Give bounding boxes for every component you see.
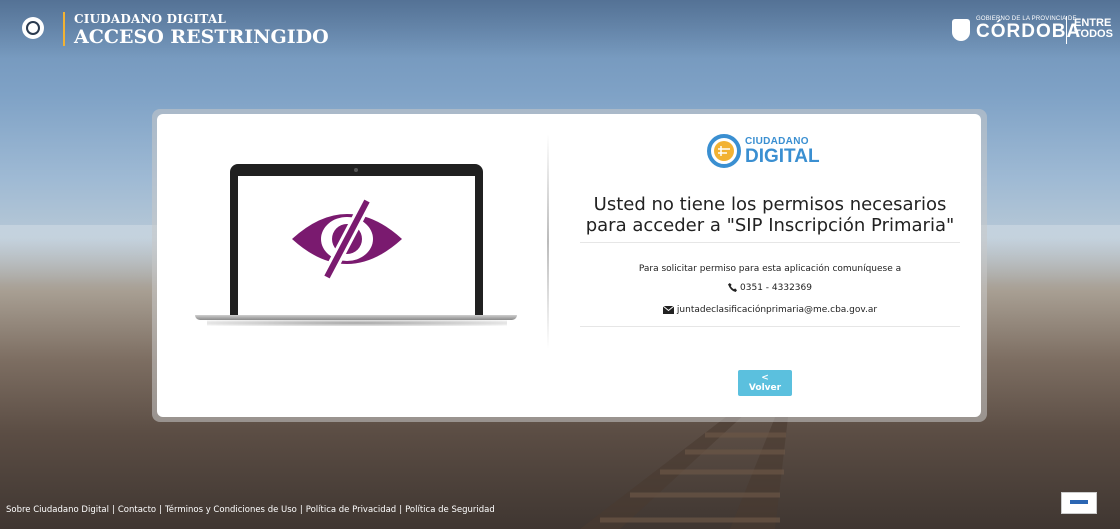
gobierno-cordoba-logo: GOBIERNO DE LA PROVINCIA DE CÓRDOBA [952, 16, 1081, 46]
phone-number[interactable]: 0351 - 4332369 [740, 283, 812, 293]
page-title: ACCESO RESTRINGIDO [74, 26, 329, 48]
footer-link-terms[interactable]: Términos y Condiciones de Uso [165, 505, 297, 515]
footer-separator: | [399, 505, 403, 515]
cordoba-shield-icon [952, 19, 970, 41]
footer-link-about[interactable]: Sobre Ciudadano Digital [6, 505, 109, 515]
email-address[interactable]: juntadeclasificaciónprimaria@me.cba.gov.… [677, 305, 877, 315]
slogan-line-2: TODOS [1074, 28, 1113, 40]
footer-link-privacy[interactable]: Política de Privacidad [306, 505, 396, 515]
header-subtitle: CIUDADANO DIGITAL [74, 12, 226, 26]
slogan-divider [1066, 16, 1067, 44]
header-divider [63, 12, 65, 46]
footer-separator: | [111, 505, 115, 515]
laptop-camera [354, 168, 358, 172]
ciudadano-digital-brand: CIUDADANO DIGITAL [707, 134, 820, 168]
entre-todos-logo: ENTRE TODOS [1074, 18, 1113, 40]
permission-message: Usted no tiene los permisos necesarios p… [580, 194, 960, 236]
eye-slash-icon [292, 199, 402, 279]
divider-bottom [580, 326, 960, 327]
divider-top [580, 242, 960, 243]
laptop-shadow [207, 320, 507, 326]
footer-link-contact[interactable]: Contacto [118, 505, 156, 515]
email-contact: juntadeclasificaciónprimaria@me.cba.gov.… [580, 305, 960, 315]
restricted-access-card: CIUDADANO DIGITAL Usted no tiene los per… [157, 114, 981, 417]
phone-icon [728, 283, 738, 292]
header-bar: CIUDADANO DIGITAL ACCESO RESTRINGIDO GOB… [0, 0, 1120, 58]
message-line-2: para acceder a "SIP Inscripción Primaria… [585, 215, 955, 236]
pdp-badge-icon[interactable] [1061, 492, 1097, 514]
back-button[interactable]: < Volver [738, 370, 792, 396]
ciudadano-digital-circle-icon [707, 134, 741, 168]
message-line-1: Usted no tiene los permisos necesarios [593, 194, 947, 215]
request-instructions: Para solicitar permiso para esta aplicac… [638, 264, 902, 274]
brand-line-2: DIGITAL [745, 146, 820, 167]
envelope-icon [662, 305, 674, 314]
footer-link-security[interactable]: Política de Seguridad [405, 505, 495, 515]
footer-separator: | [299, 505, 303, 515]
phone-contact: 0351 - 4332369 [580, 283, 960, 293]
card-divider [547, 134, 549, 349]
footer-links: Sobre Ciudadano Digital | Contacto | Término… [6, 505, 495, 515]
footer-separator: | [159, 505, 163, 515]
ciudadano-digital-logo-icon[interactable] [22, 17, 44, 39]
